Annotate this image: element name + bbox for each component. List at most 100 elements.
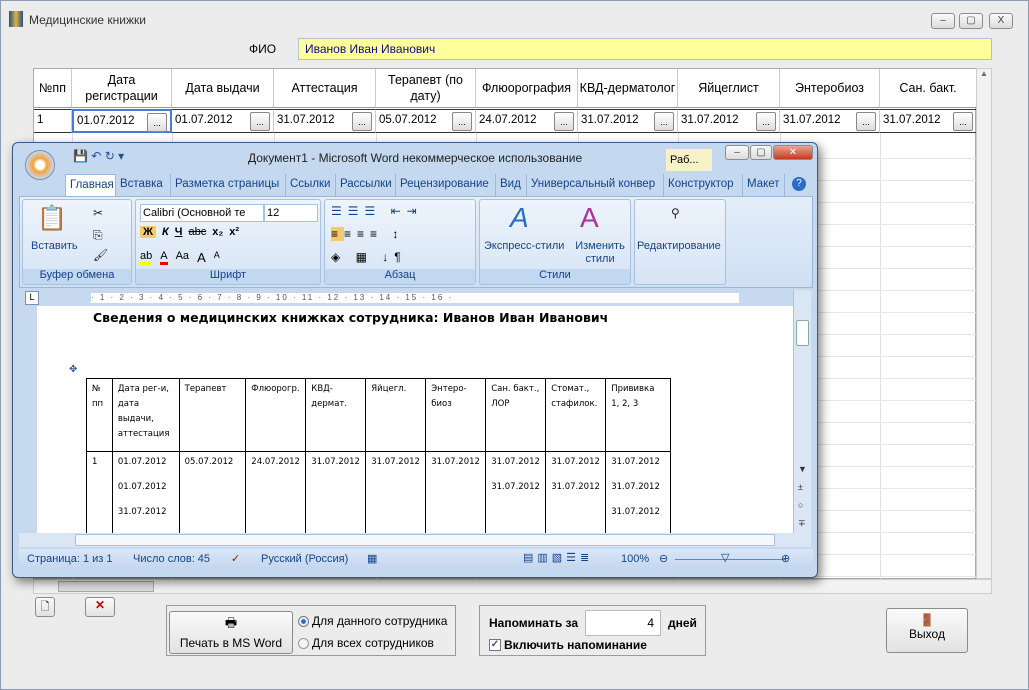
exit-button[interactable]: 🚪 Выход — [886, 608, 968, 653]
remind-days-input[interactable]: 4 — [585, 610, 661, 636]
close-button[interactable]: X — [989, 13, 1013, 29]
shrink-font-button[interactable]: A — [214, 250, 220, 265]
help-icon[interactable]: ? — [792, 177, 806, 191]
zoom-level[interactable]: 100% — [621, 553, 649, 565]
find-binoculars-icon[interactable]: ⚲ — [671, 206, 680, 220]
view-buttons[interactable]: ▤▥▧☰≣ — [523, 551, 593, 564]
word-count[interactable]: Число слов: 45 — [133, 553, 210, 565]
zoom-out-icon[interactable]: ⊖ — [659, 552, 668, 565]
tab-selector[interactable]: L — [25, 291, 39, 305]
redo-icon[interactable]: ↻ — [105, 149, 115, 163]
date-picker-button[interactable]: ... — [654, 112, 674, 131]
change-case-button[interactable]: Aa — [176, 250, 189, 265]
highlight-icon[interactable]: ab — [140, 250, 153, 265]
grid-cell[interactable]: 1 — [34, 109, 72, 133]
column-header[interactable]: Сан. бакт. — [880, 69, 977, 108]
grid-cell[interactable]: 31.07.2012... — [780, 109, 880, 133]
ribbon-tab[interactable]: Ссылки — [286, 174, 336, 196]
font-size-select[interactable]: 12 — [264, 204, 318, 222]
column-header[interactable]: Дата регистрации — [72, 69, 172, 108]
paste-icon[interactable]: 📋 — [37, 204, 67, 233]
ribbon-tab[interactable]: Универсальный конвер — [527, 174, 664, 196]
word-horizontal-scrollbar[interactable] — [19, 533, 811, 547]
maximize-button[interactable]: ▢ — [959, 13, 983, 29]
enable-reminder-checkbox[interactable]: ✓ Включить напоминание — [489, 638, 647, 652]
zoom-in-icon[interactable]: ⊕ — [781, 552, 790, 565]
zoom-slider[interactable] — [675, 559, 785, 560]
strikethrough-button[interactable]: abc — [188, 226, 206, 238]
language-status[interactable]: Русский (Россия) — [261, 553, 348, 565]
grow-font-button[interactable]: A — [197, 250, 206, 265]
date-picker-button[interactable]: ... — [250, 112, 270, 131]
ribbon-tab[interactable]: Разметка страницы — [171, 174, 286, 196]
column-header[interactable]: Дата выдачи — [172, 69, 274, 108]
radio-all-employees[interactable]: Для всех сотрудников — [298, 636, 434, 650]
show-marks-button[interactable]: ¶ — [394, 250, 406, 264]
grid-cell[interactable]: 01.07.2012... — [172, 109, 274, 133]
page-count[interactable]: Страница: 1 из 1 — [27, 553, 113, 565]
editing-button[interactable]: Редактирование — [637, 240, 721, 252]
document-page[interactable]: Сведения о медицинских книжках сотрудник… — [37, 306, 793, 534]
format-painter-icon[interactable]: 🖌 — [93, 248, 108, 262]
grid-cell[interactable]: 31.07.2012... — [880, 109, 977, 133]
date-picker-button[interactable]: ... — [554, 112, 574, 131]
new-record-button[interactable]: 🗋 — [35, 597, 55, 617]
date-picker-button[interactable]: ... — [953, 112, 973, 131]
font-name-select[interactable]: Calibri (Основной те — [140, 204, 264, 222]
font-color-icon[interactable]: A — [160, 250, 168, 265]
table-move-handle-icon[interactable]: ✥ — [69, 364, 77, 375]
ribbon-tab[interactable]: Главная — [65, 174, 116, 196]
ribbon-tab[interactable]: Макет — [743, 174, 785, 196]
column-header[interactable]: Энтеробиоз — [780, 69, 880, 108]
proofing-icon[interactable]: ✓ — [231, 552, 240, 565]
ribbon-tab[interactable]: Вид — [496, 174, 527, 196]
word-vertical-scrollbar[interactable]: ▼ ± ○ ∓ — [793, 290, 811, 533]
ribbon-tab[interactable]: Рецензирование — [396, 174, 496, 196]
print-word-button[interactable]: 🖶 Печать в MS Word — [169, 611, 293, 654]
ribbon-tab[interactable]: Конструктор — [664, 174, 743, 196]
date-picker-button[interactable]: ... — [352, 112, 372, 131]
quick-styles-button[interactable]: Экспресс-стили — [484, 240, 564, 252]
column-header[interactable]: КВД-дерматолог — [578, 69, 678, 108]
column-header[interactable]: Яйцеглист — [678, 69, 780, 108]
save-icon[interactable]: 💾 — [73, 149, 88, 163]
column-header[interactable]: Терапевт (по дату) — [376, 69, 476, 108]
column-header[interactable]: Флюорография — [476, 69, 578, 108]
column-header[interactable]: Аттестация — [274, 69, 376, 108]
word-close-button[interactable]: ✕ — [773, 145, 813, 160]
macro-icon[interactable]: ▦ — [367, 552, 377, 565]
superscript-button[interactable]: x² — [229, 226, 239, 238]
quick-styles-icon[interactable]: A — [510, 202, 529, 234]
undo-icon[interactable]: ↶ — [91, 149, 101, 163]
quick-access-toolbar[interactable]: 💾 ↶ ↻ ▾ — [73, 149, 124, 163]
zoom-thumb[interactable]: ▽ — [721, 551, 729, 564]
grid-cell[interactable]: 01.07.2012... — [72, 109, 172, 133]
bold-button[interactable]: Ж — [140, 226, 156, 238]
grid-cell[interactable]: 31.07.2012... — [274, 109, 376, 133]
date-picker-button[interactable]: ... — [147, 113, 167, 132]
date-picker-button[interactable]: ... — [756, 112, 776, 131]
minimize-button[interactable]: – — [931, 13, 955, 29]
context-tab-table-tools[interactable]: Раб... — [666, 149, 712, 171]
word-maximize-button[interactable]: ▢ — [750, 145, 772, 160]
paste-button[interactable]: Вставить — [31, 240, 78, 252]
office-button[interactable] — [25, 150, 55, 180]
cut-icon[interactable]: ✂ — [93, 206, 103, 220]
ribbon-tab[interactable]: Рассылки — [336, 174, 396, 196]
align-buttons[interactable]: ≡≡≡≡ ↕ — [331, 227, 404, 241]
ribbon-tab[interactable]: Вставка — [116, 174, 171, 196]
change-styles-icon[interactable]: A — [580, 202, 599, 234]
ruler[interactable]: L · 1 · 2 · 3 · 4 · 5 · 6 · 7 · 8 · 9 · … — [19, 290, 813, 306]
grid-cell[interactable]: 31.07.2012... — [678, 109, 780, 133]
delete-record-button[interactable]: ✕ — [85, 597, 115, 617]
fio-field[interactable]: Иванов Иван Иванович — [298, 38, 992, 60]
italic-button[interactable]: К — [162, 226, 169, 238]
change-styles-button[interactable]: Изменить стили — [572, 240, 628, 266]
grid-cell[interactable]: 31.07.2012... — [578, 109, 678, 133]
date-picker-button[interactable]: ... — [856, 112, 876, 131]
subscript-button[interactable]: x₂ — [212, 226, 223, 238]
underline-button[interactable]: Ч — [175, 226, 183, 238]
copy-icon[interactable]: ⎘ — [93, 228, 103, 243]
grid-cell[interactable]: 24.07.2012... — [476, 109, 578, 133]
column-header[interactable]: №пп — [34, 69, 72, 108]
